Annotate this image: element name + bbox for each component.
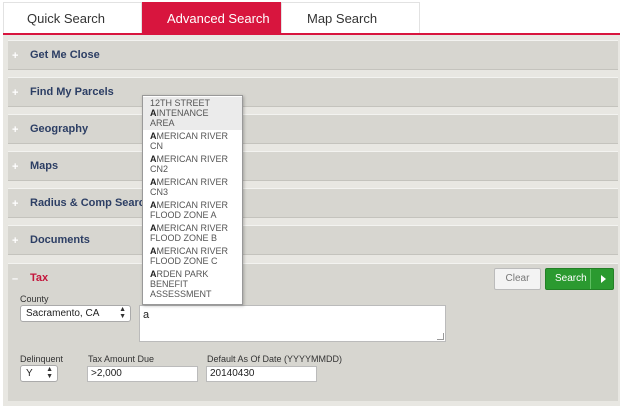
up-down-arrows-icon: ▲ ▼	[46, 366, 53, 380]
item-text: RDEN PARK	[156, 269, 209, 279]
item-text: AREA	[150, 118, 175, 128]
county-select-value: Sacramento, CA	[26, 308, 100, 319]
section-maps[interactable]: + Maps	[8, 151, 618, 181]
item-text: FLOOD ZONE A	[150, 210, 217, 220]
tax-search-textarea[interactable]: a	[139, 305, 446, 342]
button-divider	[590, 269, 591, 289]
item-text: 12TH STREET	[150, 98, 211, 108]
section-radius-comp-search[interactable]: + Radius & Comp Search	[8, 188, 618, 218]
item-text: INTENANCE	[156, 108, 209, 118]
plus-icon: +	[12, 198, 19, 210]
item-text: MERICAN RIVER	[156, 177, 229, 187]
tab-advanced-search[interactable]: Advanced Search	[142, 2, 281, 39]
caret-right-icon	[601, 275, 606, 283]
item-text: MERICAN RIVER	[156, 131, 229, 141]
item-text: FLOOD ZONE C	[150, 256, 218, 266]
section-find-my-parcels[interactable]: + Find My Parcels	[8, 77, 618, 107]
item-text: CN2	[150, 164, 169, 174]
tax-amount-value: >2,000	[91, 368, 122, 379]
autocomplete-item[interactable]: ARDEN PARK BENEFIT ASSESSMENT	[143, 268, 242, 301]
section-title: Find My Parcels	[30, 86, 114, 98]
default-date-label: Default As Of Date (YYYYMMDD)	[207, 354, 343, 364]
plus-icon: +	[12, 50, 19, 62]
delinquent-select-value: Y	[26, 368, 33, 379]
section-title: Tax	[30, 272, 49, 284]
tab-map-search[interactable]: Map Search	[281, 2, 420, 33]
section-title: Radius & Comp Search	[30, 197, 152, 209]
section-title: Get Me Close	[30, 49, 100, 61]
section-title: Geography	[30, 123, 89, 135]
clear-button[interactable]: Clear	[494, 268, 541, 290]
autocomplete-item[interactable]: AMERICAN RIVER FLOOD ZONE A	[143, 199, 242, 222]
minus-icon: –	[12, 273, 19, 285]
autocomplete-item[interactable]: 12TH STREET AINTENANCE AREA	[143, 97, 242, 130]
item-text: FLOOD ZONE B	[150, 233, 218, 243]
item-text: ASSESSMENT	[150, 289, 212, 299]
autocomplete-dropdown: 12TH STREET AINTENANCE AREA AMERICAN RIV…	[142, 95, 243, 305]
section-title: Documents	[30, 234, 90, 246]
plus-icon: +	[12, 124, 19, 136]
search-button-label: Search	[555, 273, 587, 284]
delinquent-select[interactable]: Y ▲ ▼	[20, 365, 58, 382]
plus-icon: +	[12, 161, 19, 173]
item-text: CN	[150, 141, 163, 151]
tax-amount-label: Tax Amount Due	[88, 354, 155, 364]
autocomplete-item[interactable]: AMERICAN RIVER CN2	[143, 153, 242, 176]
autocomplete-item[interactable]: AMERICAN RIVER FLOOD ZONE B	[143, 222, 242, 245]
tax-amount-input[interactable]: >2,000	[87, 366, 198, 382]
section-documents[interactable]: + Documents	[8, 225, 618, 255]
county-select[interactable]: Sacramento, CA ▲ ▼	[20, 305, 131, 322]
search-tabs: Quick Search Advanced Search Map Search	[0, 0, 620, 39]
delinquent-label: Delinquent	[20, 354, 64, 364]
search-button[interactable]: Search	[545, 268, 614, 290]
advanced-search-panel: + Get Me Close + Find My Parcels + Geogr…	[3, 35, 620, 406]
section-get-me-close[interactable]: + Get Me Close	[8, 40, 618, 70]
item-text: MERICAN RIVER	[156, 223, 229, 233]
up-down-arrows-icon: ▲ ▼	[119, 306, 126, 320]
autocomplete-item[interactable]: AMERICAN RIVER CN3	[143, 176, 242, 199]
section-geography[interactable]: + Geography	[8, 114, 618, 144]
item-text: BENEFIT	[150, 279, 189, 289]
county-label: County	[20, 294, 49, 304]
tax-search-text: a	[143, 309, 150, 321]
section-title: Maps	[30, 160, 59, 172]
item-text: CN3	[150, 187, 169, 197]
item-text: MERICAN RIVER	[156, 200, 229, 210]
autocomplete-item[interactable]: AMERICAN RIVER FLOOD ZONE C	[143, 245, 242, 268]
plus-icon: +	[12, 235, 19, 247]
default-date-input[interactable]: 20140430	[206, 366, 317, 382]
tab-quick-search[interactable]: Quick Search	[3, 2, 142, 33]
item-text: MERICAN RIVER	[156, 246, 229, 256]
plus-icon: +	[12, 87, 19, 99]
item-text: MERICAN RIVER	[156, 154, 229, 164]
resize-grip-icon[interactable]	[437, 333, 444, 340]
default-date-value: 20140430	[210, 368, 255, 379]
autocomplete-item[interactable]: AMERICAN RIVER CN	[143, 130, 242, 153]
